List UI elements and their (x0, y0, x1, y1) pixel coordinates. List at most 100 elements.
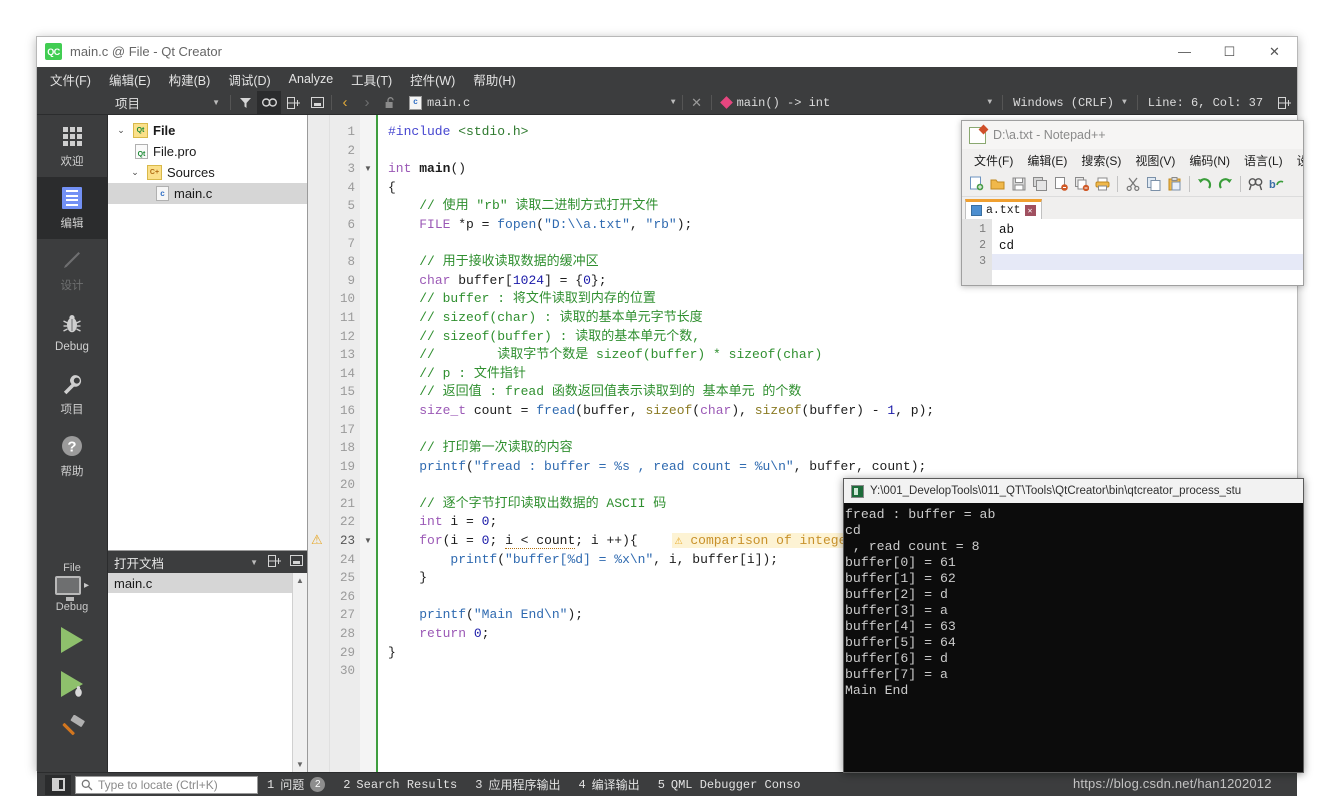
project-tree[interactable]: ⌄ Qt File Qt File.pro ⌄ C+ Sources c mai… (108, 115, 307, 550)
tree-item-file-project[interactable]: ⌄ Qt File (108, 120, 307, 141)
scroll-down-icon[interactable]: ▼ (293, 757, 307, 772)
code-line[interactable]: // p : 文件指针 (388, 365, 1297, 384)
link-with-editor-icon[interactable] (257, 91, 281, 114)
current-file-combo[interactable]: c main.c ▼ (402, 91, 680, 114)
npp-menu-edit[interactable]: 编辑(E) (1020, 150, 1074, 171)
code-line[interactable]: // 读取字节个数是 sizeof(buffer) * sizeof(char) (388, 346, 1297, 365)
npp-menu-search[interactable]: 搜索(S) (1074, 150, 1128, 171)
copy-icon[interactable] (1144, 174, 1163, 193)
editor-marker-column[interactable]: ⚠ (308, 115, 330, 772)
code-line[interactable] (388, 421, 1297, 440)
cut-icon[interactable] (1123, 174, 1142, 193)
tree-item-pro-file[interactable]: Qt File.pro (108, 141, 307, 162)
npp-menu-file[interactable]: 文件(F) (967, 150, 1020, 171)
chevron-down-icon[interactable]: ⌄ (128, 167, 142, 178)
code-line[interactable]: printf("fread : buffer = %s , read count… (388, 458, 1297, 477)
build-button[interactable] (57, 714, 87, 748)
chevron-down-icon[interactable]: ▼ (250, 558, 263, 567)
close-icon[interactable]: ✕ (1024, 205, 1036, 216)
menu-debug[interactable]: 调试(D) (219, 67, 279, 92)
collapse-all-icon[interactable] (305, 91, 329, 114)
save-icon[interactable] (1009, 174, 1028, 193)
code-line[interactable]: // 返回值 : fread 函数返回值表示读取到的 基本单元 的个数 (388, 383, 1297, 402)
minimize-button[interactable]: — (1162, 37, 1207, 67)
close-file-icon[interactable] (1051, 174, 1070, 193)
kit-monitor-row[interactable]: ▸ (54, 576, 89, 601)
close-button[interactable]: ✕ (1252, 37, 1297, 67)
new-file-icon[interactable] (967, 174, 986, 193)
project-view-combo[interactable]: 项目 ▼ (108, 91, 228, 114)
tab-a-txt[interactable]: a.txt ✕ (965, 199, 1042, 219)
maximize-button[interactable]: ☐ (1207, 37, 1252, 67)
open-docs-scrollbar[interactable]: ▲ ▼ (292, 573, 307, 772)
debug-button[interactable] (61, 671, 83, 697)
split-editor-icon[interactable] (1271, 91, 1297, 114)
add-split-icon[interactable] (263, 554, 285, 570)
add-split-icon[interactable] (281, 91, 305, 114)
nav-back-button[interactable]: ‹ (334, 91, 356, 114)
nav-forward-button[interactable]: › (356, 91, 378, 114)
scroll-up-icon[interactable]: ▲ (293, 573, 307, 588)
output-tab-search-results[interactable]: 2 Search Results (334, 778, 466, 792)
menu-build[interactable]: 构建(B) (160, 67, 220, 92)
line-ending-combo[interactable]: Windows (CRLF) ▼ (1005, 91, 1135, 114)
code-line[interactable]: // 打印第一次读取的内容 (388, 439, 1297, 458)
mode-design[interactable]: 设计 (37, 239, 107, 301)
unlock-icon[interactable] (378, 91, 402, 114)
code-line[interactable]: size_t count = fread(buffer, sizeof(char… (388, 402, 1297, 421)
save-all-icon[interactable] (1030, 174, 1049, 193)
find-icon[interactable] (1246, 174, 1265, 193)
inline-warning[interactable]: ⚠ comparison of integers (671, 533, 865, 549)
menu-file[interactable]: 文件(F) (41, 67, 100, 92)
menu-analyze[interactable]: Analyze (280, 69, 342, 89)
open-documents-list[interactable]: main.c ▲ ▼ (108, 573, 307, 772)
line-column-indicator[interactable]: Line: 6, Col: 37 (1140, 91, 1271, 114)
code-line[interactable]: // sizeof(char) : 读取的基本单元字节长度 (388, 309, 1297, 328)
notepadpp-editor[interactable]: 1 2 3 ab cd (962, 219, 1303, 285)
fold-toggle-icon[interactable]: ▼ (364, 536, 372, 545)
mode-projects[interactable]: 项目 (37, 363, 107, 425)
run-button[interactable] (61, 627, 83, 653)
symbol-combo[interactable]: main() -> int ▼ (714, 91, 1001, 114)
output-tab-app-output[interactable]: 3 应用程序输出 (466, 776, 569, 794)
undo-icon[interactable] (1195, 174, 1214, 193)
menu-widgets[interactable]: 控件(W) (401, 67, 464, 92)
mode-welcome[interactable]: 欢迎 (37, 115, 107, 177)
code-line[interactable]: // sizeof(buffer) : 读取的基本单元个数, (388, 328, 1297, 347)
code-line[interactable]: // buffer : 将文件读取到内存的位置 (388, 290, 1297, 309)
list-item[interactable]: main.c (108, 573, 307, 593)
output-tab-issues[interactable]: 1 问题 2 (258, 776, 334, 793)
close-all-icon[interactable] (1072, 174, 1091, 193)
close-document-button[interactable]: ✕ (685, 91, 709, 114)
menu-help[interactable]: 帮助(H) (464, 67, 524, 92)
replace-icon[interactable]: b (1267, 174, 1286, 193)
tree-item-main-c[interactable]: c main.c (108, 183, 307, 204)
code-fold-column[interactable]: ▼ ▼ (360, 115, 376, 772)
redo-icon[interactable] (1216, 174, 1235, 193)
locator-input[interactable]: Type to locate (Ctrl+K) (75, 775, 258, 794)
mode-help[interactable]: ? 帮助 (37, 425, 107, 487)
filter-icon[interactable] (233, 91, 257, 114)
menu-tools[interactable]: 工具(T) (342, 67, 401, 92)
output-tab-qml-debugger[interactable]: 5 QML Debugger Conso (649, 778, 810, 792)
npp-menu-settings[interactable]: 设 (1290, 150, 1303, 171)
menu-edit[interactable]: 编辑(E) (100, 67, 160, 92)
paste-icon[interactable] (1165, 174, 1184, 193)
notepadpp-text[interactable]: ab cd (992, 219, 1303, 285)
collapse-all-icon[interactable] (285, 555, 307, 569)
console-output[interactable]: fread : buffer = ab cd , read count = 8 bu… (844, 503, 1303, 699)
npp-menu-view[interactable]: 视图(V) (1128, 150, 1182, 171)
fold-toggle-icon[interactable]: ▼ (364, 164, 372, 173)
warning-marker-icon[interactable]: ⚠ (311, 532, 323, 548)
mode-edit[interactable]: 编辑 (37, 177, 107, 239)
mode-debug[interactable]: Debug (37, 301, 107, 363)
open-file-icon[interactable] (988, 174, 1007, 193)
npp-menu-encoding[interactable]: 编码(N) (1182, 150, 1237, 171)
tree-item-sources[interactable]: ⌄ C+ Sources (108, 162, 307, 183)
npp-menu-language[interactable]: 语言(L) (1237, 150, 1290, 171)
output-tab-compile-output[interactable]: 4 编译输出 (569, 776, 648, 794)
kit-selector[interactable]: File ▸ Debug (37, 562, 107, 772)
chevron-down-icon[interactable]: ⌄ (114, 125, 128, 136)
toggle-sidebar-icon[interactable] (45, 774, 71, 795)
print-icon[interactable] (1093, 174, 1112, 193)
